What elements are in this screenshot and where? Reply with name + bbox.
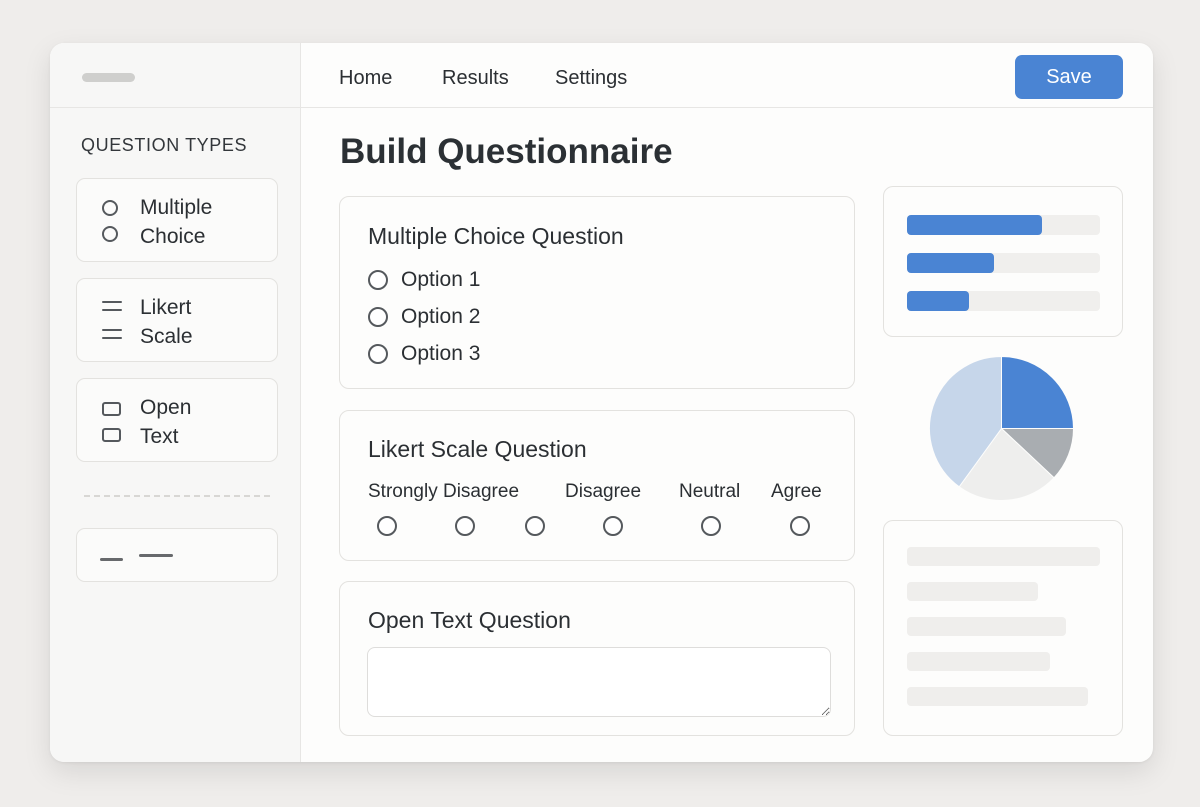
likert-label-agree: Agree (771, 481, 822, 502)
question-type-label: Multiple Choice (140, 196, 213, 248)
option-row[interactable]: Option 1 (368, 267, 480, 293)
likert-label-disagree: Disagree (565, 481, 642, 502)
likert-radio[interactable] (455, 516, 475, 536)
bar-fill (907, 253, 994, 273)
placeholder-line (907, 547, 1100, 566)
option-label: Option 2 (401, 305, 481, 328)
open-text-input[interactable] (367, 647, 831, 717)
header-divider (301, 107, 1153, 108)
open-text-question-card[interactable]: Open Text Question (339, 581, 855, 736)
placeholder-line (907, 617, 1066, 636)
likert-radio[interactable] (377, 516, 397, 536)
likert-label-strongly-disagree: Strongly Disagree (368, 481, 520, 502)
placeholder-line (907, 652, 1050, 671)
dashed-divider (84, 495, 270, 497)
placeholder-line (907, 687, 1088, 706)
bar-fill (907, 215, 1043, 235)
nav-home[interactable]: Home (339, 67, 392, 90)
question-type-placeholder[interactable] (76, 528, 278, 582)
page-title: Build Questionnaire (340, 132, 673, 171)
bar-track (907, 215, 1100, 235)
line-icon (139, 554, 173, 557)
save-button[interactable]: Save (1015, 55, 1123, 99)
placeholder-line (907, 582, 1038, 601)
sidebar: QUESTION TYPES Multiple Choice Likert Sc… (50, 43, 301, 762)
text-preview-card (883, 520, 1123, 736)
question-title: Likert Scale Question (368, 436, 587, 462)
bar-track (907, 253, 1100, 273)
sidebar-handle-icon[interactable] (82, 73, 135, 82)
radio-button[interactable] (368, 307, 388, 327)
radio-button[interactable] (368, 270, 388, 290)
likert-radio[interactable] (525, 516, 545, 536)
divider (50, 107, 301, 108)
option-row[interactable]: Option 2 (368, 304, 480, 330)
option-row[interactable]: Option 3 (368, 341, 480, 367)
question-type-likert-scale[interactable]: Likert Scale (76, 278, 278, 362)
question-type-multiple-choice[interactable]: Multiple Choice (76, 178, 278, 262)
question-title: Open Text Question (368, 607, 571, 633)
question-type-label: Open Text (140, 396, 192, 448)
likert-label-neutral: Neutral (679, 481, 741, 502)
line-icon (100, 558, 123, 561)
option-label: Option 1 (401, 268, 481, 291)
question-type-label: Likert Scale (140, 296, 193, 348)
multiple-choice-question-card[interactable]: Multiple Choice Question Option 1 Option… (339, 196, 855, 389)
bar-fill (907, 291, 969, 311)
sidebar-title: QUESTION TYPES (81, 135, 248, 155)
bar-track (907, 291, 1100, 311)
radio-button[interactable] (368, 344, 388, 364)
nav-results[interactable]: Results (442, 67, 509, 90)
nav-settings[interactable]: Settings (555, 67, 627, 90)
app-window: QUESTION TYPES Multiple Choice Likert Sc… (50, 43, 1153, 762)
pie-chart (929, 355, 1075, 501)
likert-radio[interactable] (603, 516, 623, 536)
bar-preview-card (883, 186, 1123, 337)
option-label: Option 3 (401, 342, 481, 365)
likert-radio[interactable] (701, 516, 721, 536)
likert-question-card[interactable]: Likert Scale Question Strongly Disagree … (339, 410, 855, 561)
question-title: Multiple Choice Question (368, 223, 624, 249)
question-type-open-text[interactable]: Open Text (76, 378, 278, 462)
pie-slice-1 (1001, 355, 1075, 429)
likert-radio[interactable] (790, 516, 810, 536)
